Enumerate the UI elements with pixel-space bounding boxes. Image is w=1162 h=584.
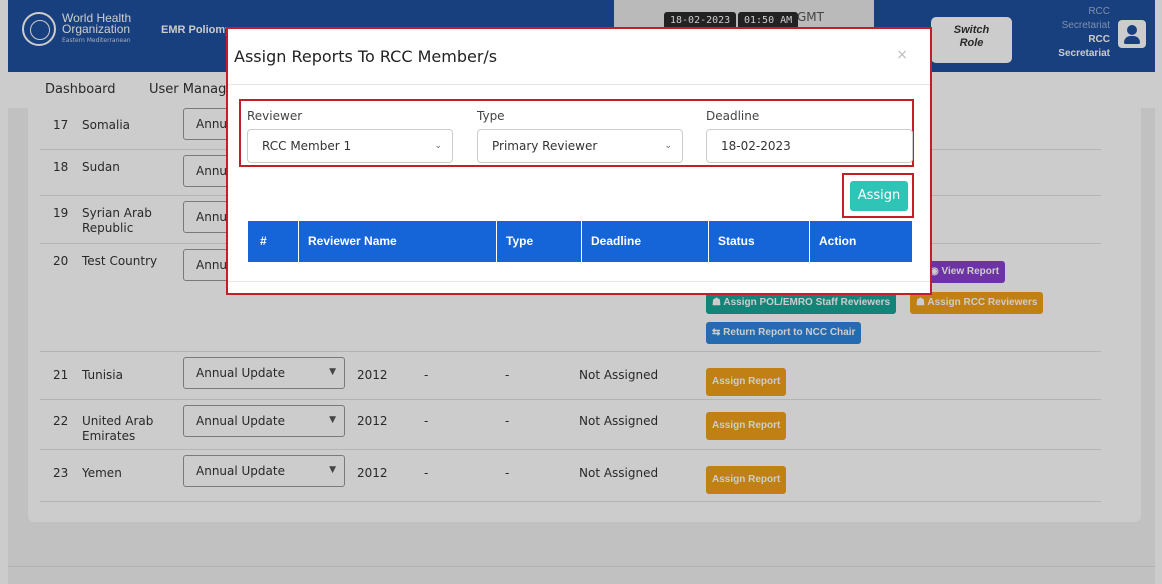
assign-reports-modal: Assign Reports To RCC Member/s × Reviewe… (226, 27, 932, 295)
modal-header: Assign Reports To RCC Member/s × (228, 29, 930, 85)
reviewers-table-header: # Reviewer Name Type Deadline Status Act… (248, 221, 912, 262)
reviewer-label: Reviewer (247, 109, 303, 123)
col-deadline: Deadline (591, 234, 642, 248)
assign-filters: Reviewer RCC Member 1 ⌄ Type Primary Rev… (239, 99, 914, 167)
col-number: # (260, 234, 267, 248)
deadline-label: Deadline (706, 109, 760, 123)
chevron-down-icon: ⌄ (664, 141, 672, 151)
close-icon[interactable]: × (896, 47, 908, 63)
col-reviewer-name: Reviewer Name (308, 234, 397, 248)
chevron-down-icon: ⌄ (434, 141, 442, 151)
type-label: Type (477, 109, 505, 123)
modal-divider (228, 281, 930, 282)
assign-button-highlight: Assign (842, 173, 914, 218)
col-action: Action (819, 234, 857, 248)
assign-button[interactable]: Assign (850, 181, 908, 211)
col-status: Status (718, 234, 755, 248)
deadline-input[interactable]: 18-02-2023 (706, 129, 913, 163)
col-type: Type (506, 234, 534, 248)
type-select[interactable]: Primary Reviewer ⌄ (477, 129, 683, 163)
reviewer-select[interactable]: RCC Member 1 ⌄ (247, 129, 453, 163)
modal-title: Assign Reports To RCC Member/s (234, 47, 498, 66)
